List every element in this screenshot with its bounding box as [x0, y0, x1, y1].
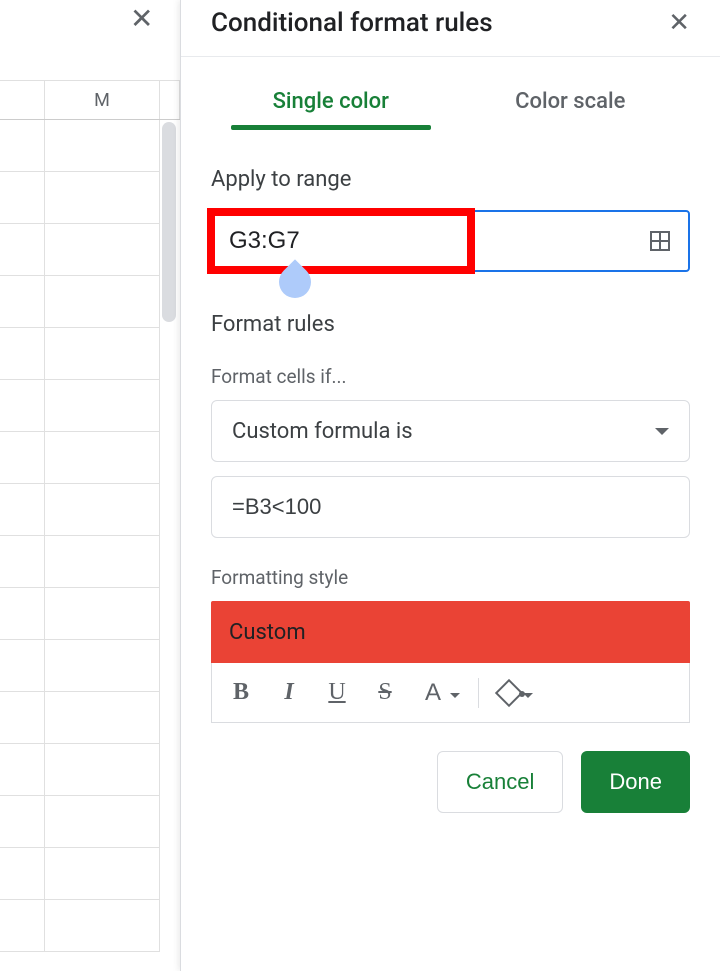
- format-rules-label: Format rules: [211, 312, 690, 337]
- chevron-down-icon: [450, 693, 460, 698]
- chevron-down-icon: [655, 428, 669, 435]
- text-color-icon: A: [418, 679, 448, 707]
- tab-single-color[interactable]: Single color: [211, 77, 451, 126]
- column-header-n[interactable]: [160, 81, 180, 119]
- formula-input[interactable]: [211, 476, 690, 538]
- formatting-toolbar: B I U S A: [211, 663, 690, 723]
- vertical-scrollbar[interactable]: [162, 122, 176, 322]
- toolbar-divider: [478, 678, 479, 708]
- underline-button[interactable]: U: [322, 679, 352, 706]
- done-button[interactable]: Done: [581, 751, 690, 813]
- italic-button[interactable]: I: [274, 679, 304, 706]
- bold-button[interactable]: B: [226, 679, 256, 706]
- format-cells-if-label: Format cells if...: [211, 365, 690, 388]
- condition-selected-label: Custom formula is: [232, 419, 413, 444]
- range-input[interactable]: [229, 227, 648, 255]
- spreadsheet-background: ✕ M: [0, 0, 180, 971]
- tabs: Single color Color scale: [181, 77, 720, 127]
- apply-to-range-label: Apply to range: [211, 167, 690, 192]
- range-input-container[interactable]: [211, 210, 690, 272]
- style-preview-text: Custom: [229, 620, 306, 645]
- style-preview[interactable]: Custom: [211, 601, 690, 663]
- fill-color-button[interactable]: [497, 683, 533, 703]
- cancel-button[interactable]: Cancel: [437, 751, 563, 813]
- grid-body[interactable]: [0, 120, 160, 971]
- conditional-format-panel: Conditional format rules ✕ Single color …: [180, 0, 720, 971]
- column-headers: M: [0, 80, 180, 120]
- formatting-style-label: Formatting style: [211, 566, 690, 589]
- tab-color-scale[interactable]: Color scale: [451, 77, 691, 126]
- close-panel-button[interactable]: ✕: [668, 8, 690, 38]
- text-color-button[interactable]: A: [418, 679, 460, 707]
- select-range-icon[interactable]: [648, 229, 672, 253]
- close-icon[interactable]: ✕: [130, 2, 153, 35]
- condition-select[interactable]: Custom formula is: [211, 400, 690, 462]
- column-header-m[interactable]: M: [45, 81, 160, 119]
- strikethrough-button[interactable]: S: [370, 679, 400, 706]
- panel-title: Conditional format rules: [211, 8, 493, 38]
- fill-color-icon: [497, 683, 521, 703]
- column-header-l[interactable]: [0, 81, 45, 119]
